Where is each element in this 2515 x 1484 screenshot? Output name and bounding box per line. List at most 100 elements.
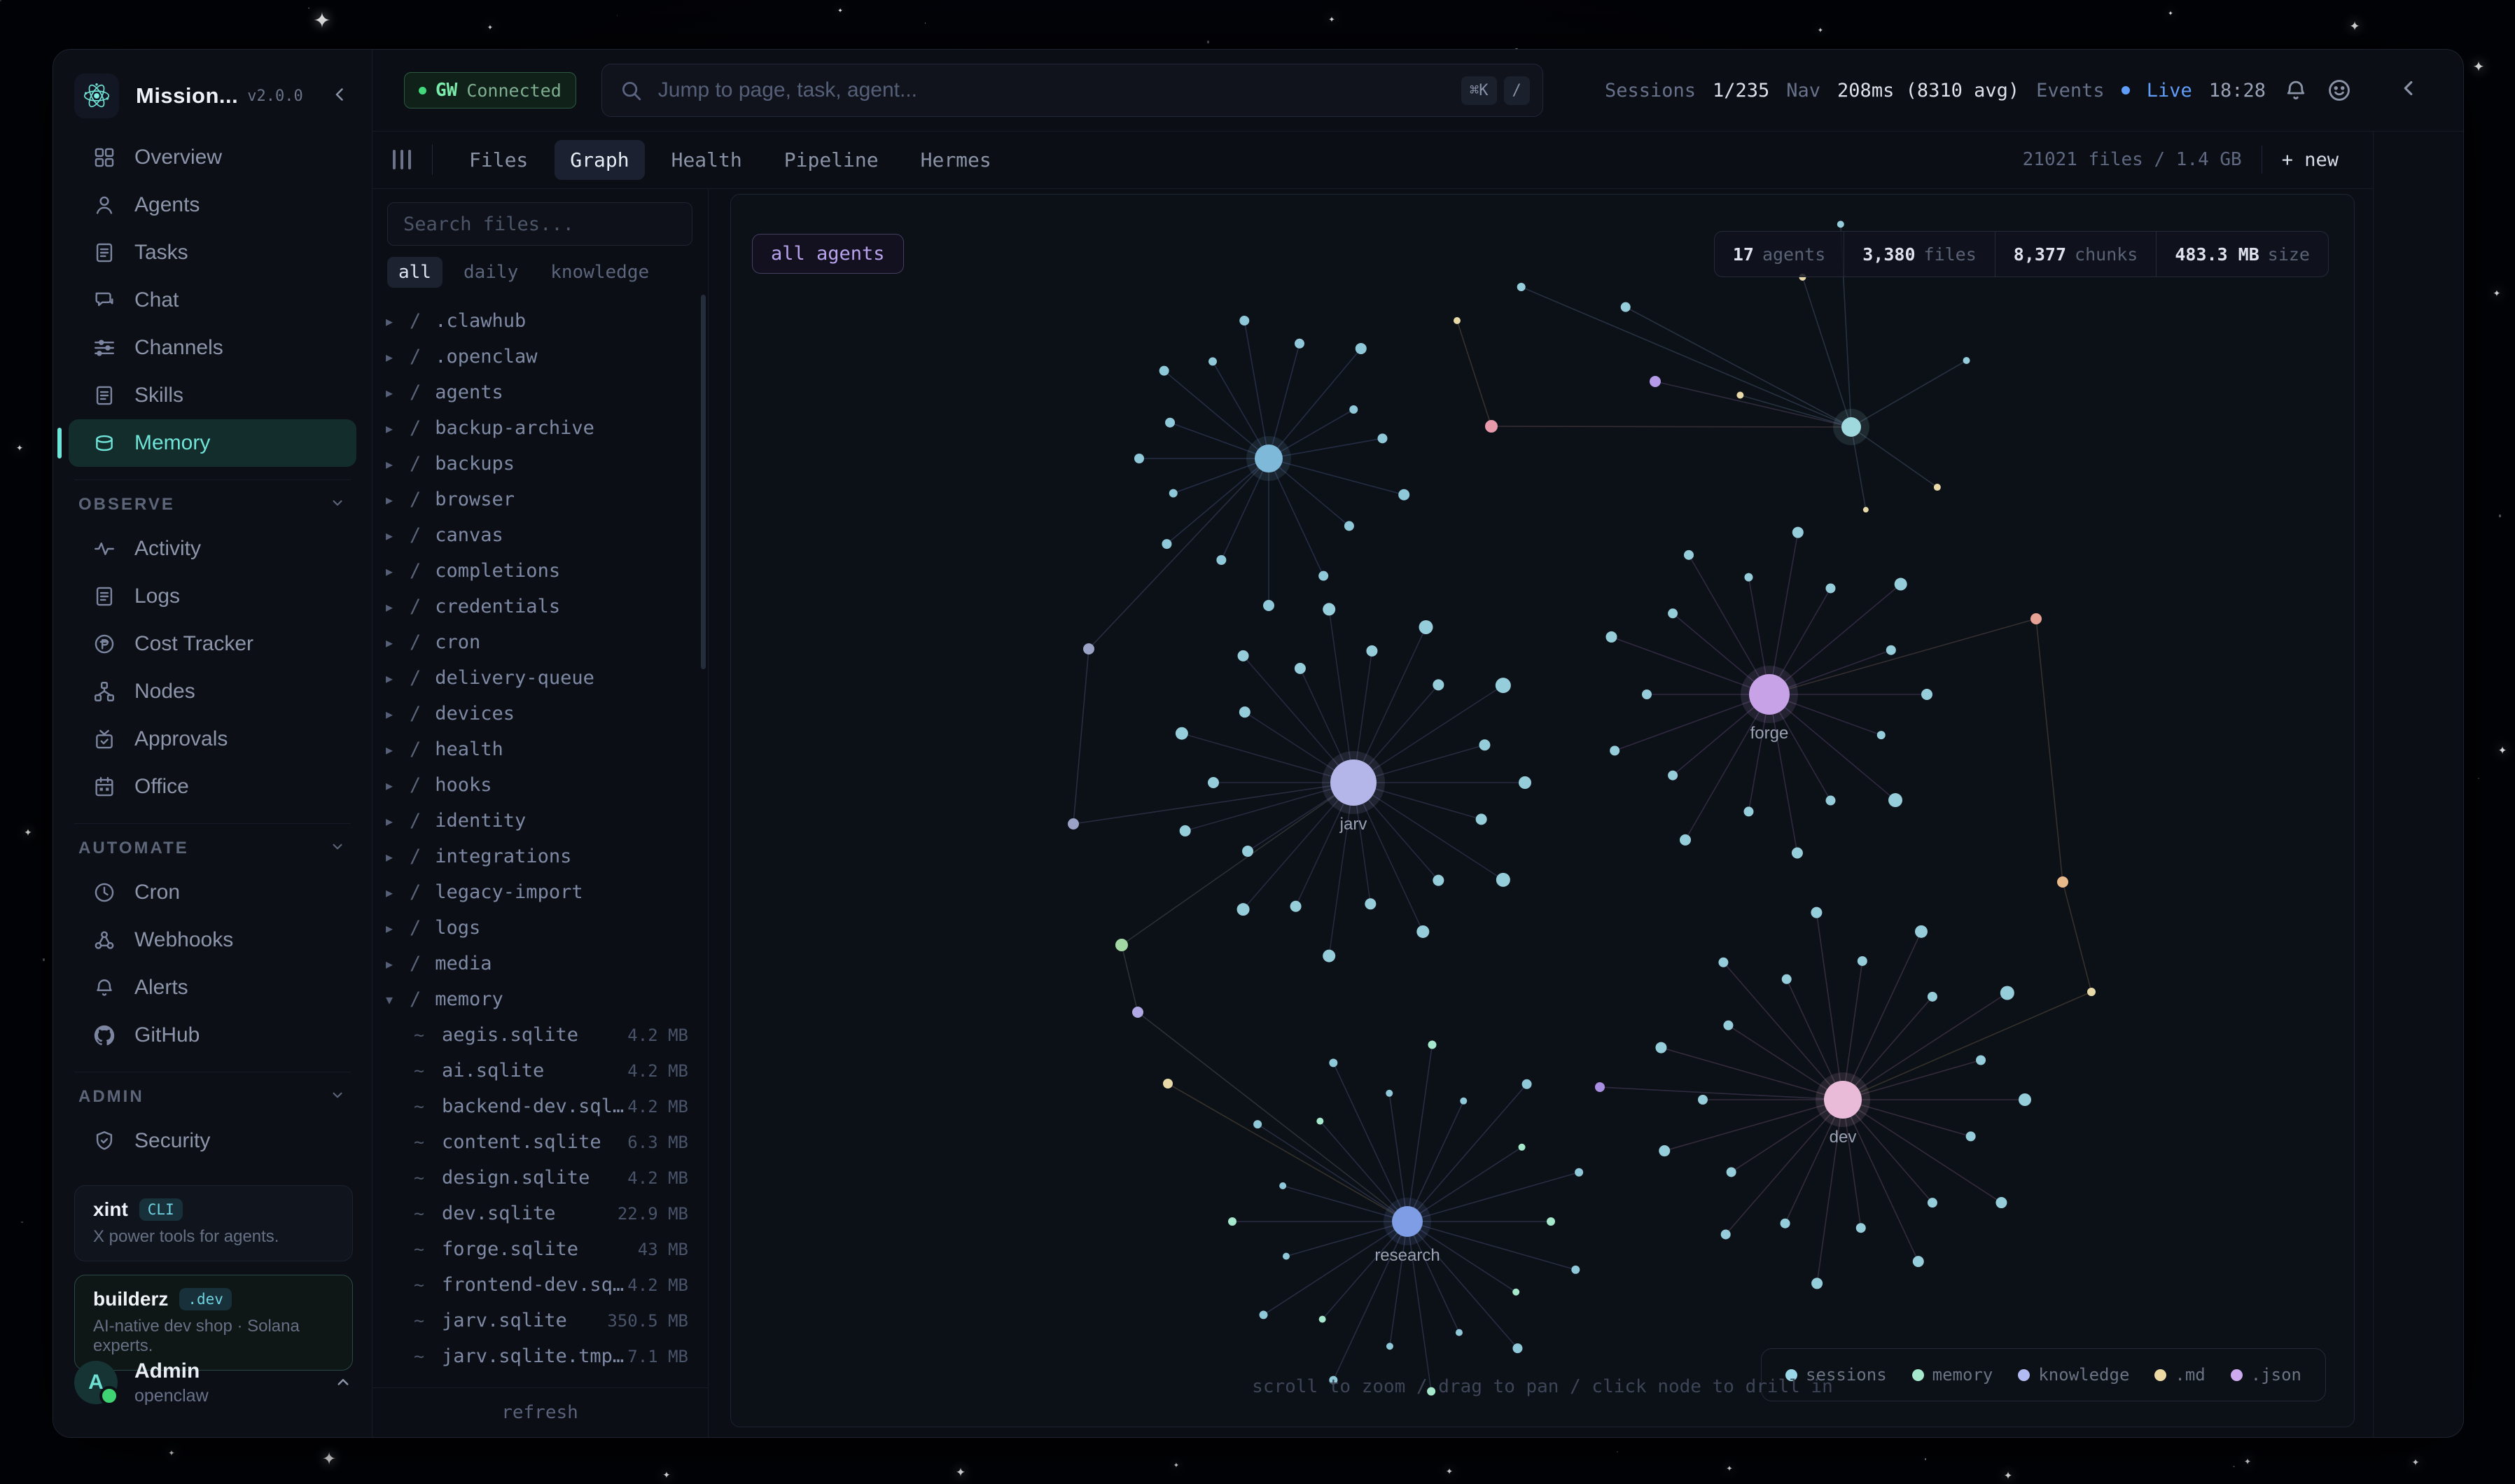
graph-node[interactable] [1727,1167,1736,1177]
sidebar-item-tasks[interactable]: Tasks [69,229,356,276]
graph-node[interactable] [2000,986,2014,1000]
graph-node[interactable] [1519,1144,1526,1151]
tab-hermes[interactable]: Hermes [905,140,1007,180]
collapsed-arrow-icon[interactable]: ▸ [386,313,410,330]
graph-node-n-orange-1[interactable] [2057,876,2068,888]
file-search[interactable] [387,202,692,246]
tree-folder-credentials[interactable]: ▸/credentials [372,589,701,624]
tree-folder-completions[interactable]: ▸/completions [372,553,701,589]
graph-node[interactable] [1329,1058,1337,1067]
sidebar-item-cost-tracker[interactable]: Cost Tracker [69,620,356,668]
tree-file-aegis-sqlite[interactable]: ~aegis.sqlite4.2 MB [372,1017,701,1053]
graph-node[interactable] [1239,706,1250,718]
graph-node[interactable] [1295,663,1306,674]
refresh-button[interactable]: refresh [372,1387,708,1437]
graph-node[interactable] [1858,956,1867,966]
collapsed-arrow-icon[interactable]: ▸ [386,920,410,937]
sidebar-item-chat[interactable]: Chat [69,276,356,324]
graph-hub-forge[interactable] [1749,674,1790,715]
tab-health[interactable]: Health [656,140,758,180]
graph-node[interactable] [1811,1278,1823,1289]
graph-node[interactable] [1721,1229,1731,1239]
graph-node[interactable] [1398,489,1409,500]
graph-node[interactable] [1162,539,1171,549]
tree-folder-media[interactable]: ▸/media [372,946,701,981]
tab-pipeline[interactable]: Pipeline [769,140,894,180]
graph-node[interactable] [1863,507,1869,512]
graph-node[interactable] [1877,731,1886,739]
graph-node[interactable] [1279,1182,1286,1189]
graph-node[interactable] [1575,1168,1583,1177]
graph-node[interactable] [1571,1266,1580,1274]
graph-node[interactable] [1928,1198,1937,1208]
graph-node[interactable] [1915,925,1928,938]
global-search[interactable]: ⌘K / [601,64,1543,117]
collapsed-arrow-icon[interactable]: ▸ [386,491,410,508]
graph-node-n-yellow-tl[interactable] [1454,317,1461,324]
graph-node-n-yellow-l[interactable] [1163,1079,1173,1088]
graph-node[interactable] [1238,650,1249,662]
graph-node-n-yellow-r[interactable] [2087,988,2096,996]
graph-node[interactable] [1659,1145,1670,1156]
sidebar-collapse-chevron-icon[interactable] [330,84,354,108]
graph-node[interactable] [1349,405,1358,414]
graph-node[interactable] [1512,1343,1522,1353]
expanded-arrow-icon[interactable]: ▾ [386,991,410,1008]
sidebar-item-office[interactable]: Office [69,763,356,811]
collapsed-arrow-icon[interactable]: ▸ [386,349,410,365]
graph-node[interactable] [1208,357,1217,365]
sidebar-item-activity[interactable]: Activity [69,525,356,573]
graph-node-n-salmon-1[interactable] [2030,613,2042,624]
tree-folder-clawhub[interactable]: ▸/.clawhub [372,303,701,339]
graph-node[interactable] [1228,1217,1236,1226]
chevron-down-icon[interactable] [328,837,347,860]
graph-node[interactable] [1668,771,1678,780]
collapsed-arrow-icon[interactable]: ▸ [386,777,410,794]
graph-hub-jarv[interactable] [1330,760,1377,806]
graph-node[interactable] [1928,992,1937,1002]
graph-hub-cluster-nw[interactable] [1255,444,1283,472]
graph-node[interactable] [1512,1289,1519,1296]
graph-node[interactable] [1963,357,1970,364]
graph-node[interactable] [1517,283,1526,291]
graph-node[interactable] [1377,433,1387,443]
sidebar-item-overview[interactable]: Overview [69,134,356,181]
sidebar-item-webhooks[interactable]: Webhooks [69,916,356,964]
sidebar-item-github[interactable]: GitHub [69,1011,356,1059]
graph-node[interactable] [1792,848,1803,859]
right-panel-collapse-chevron-icon[interactable] [2397,76,2423,102]
graph-node[interactable] [1934,484,1941,491]
graph-node[interactable] [1886,645,1896,655]
graph-node[interactable] [1318,571,1328,581]
collapsed-arrow-icon[interactable]: ▸ [386,884,410,901]
promo-card-xint[interactable]: xintCLIX power tools for agents. [74,1185,353,1261]
feedback-smiley-icon[interactable] [2326,77,2353,104]
graph-node[interactable] [1837,220,1844,227]
graph-node[interactable] [1344,521,1354,531]
graph-node[interactable] [1253,1120,1262,1128]
graph-node[interactable] [1263,600,1274,611]
tab-graph[interactable]: Graph [555,140,644,180]
graph-node[interactable] [1237,903,1250,916]
filter-chip-daily[interactable]: daily [452,257,529,288]
collapsed-arrow-icon[interactable]: ▸ [386,384,410,401]
graph-node[interactable] [1655,1042,1666,1054]
file-tree-scrollbar[interactable] [701,295,706,669]
collapsed-arrow-icon[interactable]: ▸ [386,598,410,615]
graph-node[interactable] [1239,316,1249,326]
graph-node[interactable] [1826,796,1836,806]
graph-node[interactable] [1134,454,1144,463]
graph-node[interactable] [1366,645,1377,657]
graph-node[interactable] [1547,1217,1555,1226]
graph-node-n-purple-2[interactable] [1595,1082,1605,1092]
tree-file-jarv-sqlite[interactable]: ~jarv.sqlite350.5 MB [372,1303,701,1338]
tab-files[interactable]: Files [454,140,543,180]
graph-node[interactable] [1684,550,1694,560]
file-search-input[interactable] [388,214,692,235]
graph-node[interactable] [1456,1329,1463,1336]
filter-chip-all[interactable]: all [387,257,443,288]
graph-node[interactable] [1176,727,1188,740]
graph-node-n-lav-1[interactable] [1132,1007,1143,1018]
collapsed-arrow-icon[interactable]: ▸ [386,420,410,437]
collapsed-arrow-icon[interactable]: ▸ [386,955,410,972]
